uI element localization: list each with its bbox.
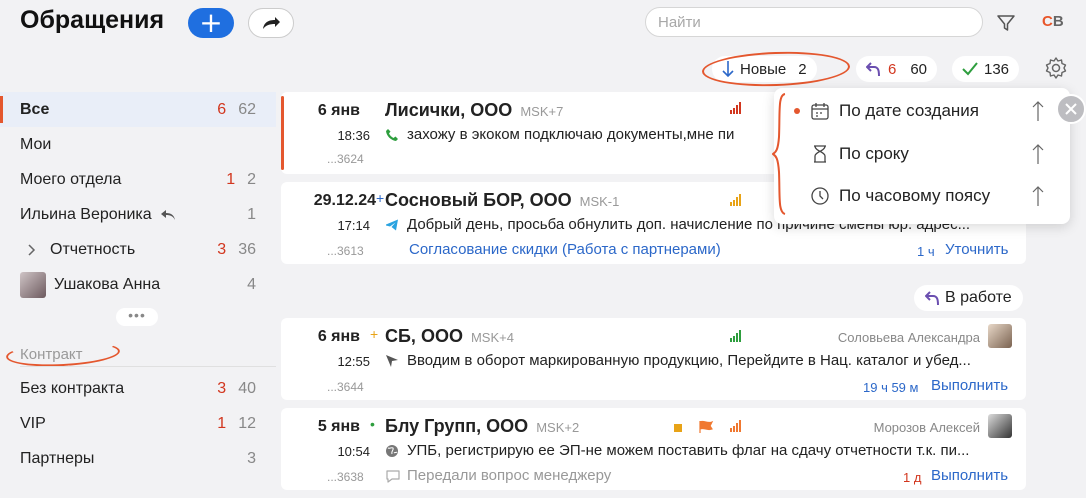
ticket-company: Лисички, ООО MSK+7 [385,100,564,120]
ticket-assignee: Морозов Алексей [873,420,980,435]
ticket-due: 1 ч [917,244,935,259]
add-button[interactable]: + [188,8,234,38]
ticket-mark: + [370,326,379,342]
filter-done[interactable]: 136 [952,56,1020,82]
check-icon [962,62,978,76]
ticket-number: ...3638 [327,470,364,484]
ticket-date: 5 янв [317,418,360,435]
sort-by-deadline[interactable]: По сроку [774,133,1070,175]
ticket-time: 17:14 [337,218,370,233]
sidebar-item-all[interactable]: Все 6 62 [0,92,276,127]
more-button[interactable]: ••• [116,308,158,326]
ticket-message: Вводим в оборот маркированную продукцию,… [385,352,1010,369]
sidebar-item-mine[interactable]: Мои [0,127,276,162]
arrow-up-icon[interactable] [1032,100,1044,122]
sort-by-created[interactable]: По дате создания [774,90,1070,132]
priority-square-icon [674,424,682,432]
send-icon [386,354,398,367]
sidebar-item-ilina[interactable]: Ильина Вероника 1 [0,197,276,232]
ticket-mark: • [370,416,375,432]
close-icon [1065,103,1077,115]
ticket-due: 19 ч 59 м [863,380,919,395]
sort-menu: По дате создания По сроку По часовому по… [774,88,1070,224]
ticket-card[interactable]: 5 янв • Блу Групп, ООО MSK+2 Морозов Алек… [281,408,1026,490]
signal-icon [730,420,741,432]
arrow-up-icon[interactable] [1032,185,1044,207]
ticket-card[interactable]: 6 янв + СБ, ООО MSK+4 Соловьева Александр… [281,318,1026,400]
return-arrow-icon [866,62,880,77]
selected-dot [794,108,800,114]
ticket-due: 1 д [903,470,922,485]
ticket-mark: + [376,190,385,206]
globe-icon [386,444,398,457]
chevron-right-icon[interactable] [28,243,36,256]
avatar [988,324,1012,348]
ticket-company: Сосновый БОР, ООО MSK-1 [385,190,620,210]
ticket-number: ...3613 [327,244,364,258]
sidebar-item-reporting[interactable]: Отчетность 3 36 [0,232,276,267]
filter-returned[interactable]: 6 60 [856,56,938,82]
signal-icon [730,194,741,206]
search-input[interactable] [645,7,983,37]
signal-icon [730,102,741,114]
execute-button[interactable]: Выполнить [931,467,1008,484]
filter-done-count: 136 [984,60,1010,78]
telegram-icon [386,219,398,230]
phone-icon [386,128,398,141]
comment-icon [386,469,400,483]
sidebar-item-partners[interactable]: Партнеры 3 [0,441,276,476]
ticket-number: ...3624 [327,152,364,166]
annotation-ellipse [5,339,121,369]
gear-icon[interactable] [1044,56,1068,85]
forward-button[interactable] [248,8,294,38]
ticket-assignee: Соловьева Александра [837,330,980,345]
ticket-subject[interactable]: Согласование скидки (Работа с партнерами… [409,241,721,258]
return-arrow-icon [925,291,939,306]
sidebar-contracts: Без контракта 3 40 VIP 1 12 Партнеры 3 [0,371,276,476]
execute-button[interactable]: Выполнить [931,377,1008,394]
avatar [988,414,1012,438]
filter-returned-red: 6 [888,60,897,78]
sidebar: Все 6 62 Мои Моего отдела 1 2 Ильина Вер… [0,92,276,302]
sidebar-item-ushakova[interactable]: Ушакова Анна 4 [0,267,276,302]
sort-by-timezone[interactable]: По часовому поясу [774,175,1070,217]
in-work-divider: В работе [914,285,1023,311]
ticket-date: 29.12.24 [313,192,376,209]
hourglass-icon [814,145,826,163]
filter-returned-count: 60 [910,60,928,78]
ticket-time: 12:55 [337,354,370,369]
ticket-company: СБ, ООО MSK+4 [385,326,514,346]
sidebar-item-no-contract[interactable]: Без контракта 3 40 [0,371,276,406]
divider [20,366,276,367]
reply-icon [160,209,175,220]
calendar-icon [811,103,829,120]
ticket-time: 18:36 [337,128,370,143]
clock-icon [811,187,829,205]
page-title: Обращения [20,6,165,34]
sidebar-item-department[interactable]: Моего отдела 1 2 [0,162,276,197]
ticket-date: 6 янв [317,328,360,345]
ticket-number: ...3644 [327,380,364,394]
arrow-up-icon[interactable] [1032,143,1044,165]
ticket-message: УПБ, регистрирую ее ЭП-не можем поставит… [385,442,1010,459]
filter-icon[interactable] [996,13,1016,38]
close-button[interactable] [1056,94,1086,124]
clarify-button[interactable]: Уточнить [945,241,1008,258]
ticket-message: захожу в экоком подключаю документы,мне … [385,126,755,143]
flag-icon [699,420,714,433]
share-arrow-icon [263,17,280,29]
ticket-date: 6 янв [317,102,360,119]
ticket-company: Блу Групп, ООО MSK+2 [385,416,580,436]
card-accent [281,96,284,170]
avatar [20,271,46,298]
ticket-time: 10:54 [337,444,370,459]
ticket-note: Передали вопрос менеджеру [385,467,611,484]
annotation-brace [772,93,786,215]
sidebar-item-vip[interactable]: VIP 1 12 [0,406,276,441]
signal-icon [730,330,741,342]
user-avatar[interactable]: СВ [1042,13,1064,30]
